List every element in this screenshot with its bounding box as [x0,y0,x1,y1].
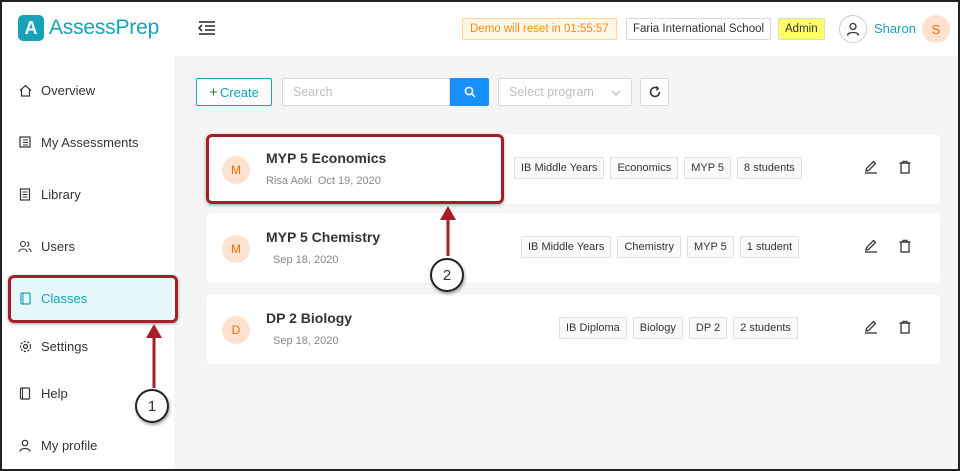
sidebar-item-users[interactable]: Users [10,224,172,268]
help-icon [18,386,32,400]
role-badge[interactable]: Admin [778,18,825,40]
sidebar-item-label: Settings [41,338,88,354]
logo-text: AssessPrep [49,16,160,39]
class-title[interactable]: DP 2 Biology [266,310,352,326]
program-tag: IB Middle Years [521,236,612,258]
gear-icon [18,339,32,353]
students-tag: 8 students [737,157,802,179]
library-icon [18,187,32,201]
edit-icon[interactable] [864,320,878,334]
top-header: A AssessPrep Demo will reset in 01:55:57… [2,2,958,56]
class-date: Sep 18, 2020 [273,254,339,266]
create-button-label: Create [219,84,259,100]
program-tag: IB Diploma [559,317,627,339]
assessment-icon [18,135,32,149]
sidebar-item-label: Users [41,238,75,254]
class-tags: IB Diploma Biology DP 2 2 students [559,317,798,339]
edit-icon[interactable] [864,160,878,174]
subject-tag: Biology [632,317,683,339]
sidebar-item-label: My Assessments [41,134,139,150]
sidebar-item-label: Overview [41,82,96,98]
class-meta: Sep 18, 2020 [273,335,338,347]
refresh-icon [649,85,660,98]
grade-tag: DP 2 [688,317,728,339]
class-avatar: D [222,316,250,344]
callout-badge-1: 1 [135,389,169,423]
class-date: Sep 18, 2020 [273,335,339,347]
create-button[interactable]: + Create [196,78,272,106]
annotation-arrow-2 [440,206,456,256]
subject-tag: Chemistry [617,236,681,258]
delete-icon[interactable] [898,320,912,334]
class-card[interactable]: M MYP 5 Chemistry Sep 18, 2020 IB Middle… [206,213,940,283]
callout-badge-2: 2 [430,258,464,292]
sidebar-item-label: My profile [41,437,98,453]
grade-tag: MYP 5 [684,157,732,179]
class-title[interactable]: MYP 5 Chemistry [266,229,380,245]
sidebar-item-label: Library [41,186,81,202]
delete-icon[interactable] [898,160,912,174]
class-avatar: M [222,235,250,263]
sidebar-item-label: Help [41,385,68,401]
user-name[interactable]: Sharon [874,21,916,36]
home-icon [18,83,32,97]
class-meta: Sep 18, 2020 [273,254,338,266]
search-button[interactable] [450,78,489,106]
chevron-down-icon [611,87,621,101]
annotation-arrow-1 [146,324,162,388]
students-tag: 2 students [733,317,798,339]
user-icon[interactable] [839,15,867,43]
logo-icon: A [18,15,44,41]
class-owner: Risa Aoki [266,175,312,187]
program-tag: IB Middle Years [514,157,605,179]
main-content: + Create Select program M MYP 5 Economic… [174,56,958,469]
grade-tag: MYP 5 [686,236,734,258]
class-tags: IB Middle Years Chemistry MYP 5 1 studen… [521,236,800,258]
class-avatar: M [222,156,250,184]
delete-icon[interactable] [898,239,912,253]
sidebar-item-overview[interactable]: Overview [10,68,172,112]
class-title[interactable]: MYP 5 Economics [266,150,386,166]
program-select[interactable]: Select program [498,78,632,106]
class-card[interactable]: M MYP 5 Economics Risa Aoki Oct 19, 2020 … [206,134,940,204]
avatar[interactable]: S [922,15,950,43]
search-icon [464,86,476,98]
edit-icon[interactable] [864,239,878,253]
sidebar-item-classes[interactable]: Classes [10,276,172,320]
sidebar-item-my-profile[interactable]: My profile [10,423,172,467]
classes-icon [18,291,32,305]
sidebar-item-label: Classes [41,290,88,306]
users-icon [18,239,32,253]
sidebar-item-library[interactable]: Library [10,172,172,216]
refresh-button[interactable] [640,78,669,106]
class-date: Oct 19, 2020 [317,175,381,187]
app-logo[interactable]: A AssessPrep [18,15,159,41]
menu-fold-icon[interactable] [197,20,216,36]
subject-tag: Economics [610,157,679,179]
class-meta: Risa Aoki Oct 19, 2020 [266,175,381,187]
plus-icon: + [209,83,218,101]
search-input[interactable] [282,78,450,106]
demo-reset-banner: Demo will reset in 01:55:57 [462,18,617,40]
school-selector[interactable]: Faria International School [626,18,772,40]
program-select-placeholder: Select program [509,85,594,99]
user-icon [18,438,32,452]
sidebar-item-my-assessments[interactable]: My Assessments [10,120,172,164]
class-card[interactable]: D DP 2 Biology Sep 18, 2020 IB Diploma B… [206,294,940,364]
class-tags: IB Middle Years Economics MYP 5 8 studen… [514,157,802,179]
students-tag: 1 student [739,236,800,258]
